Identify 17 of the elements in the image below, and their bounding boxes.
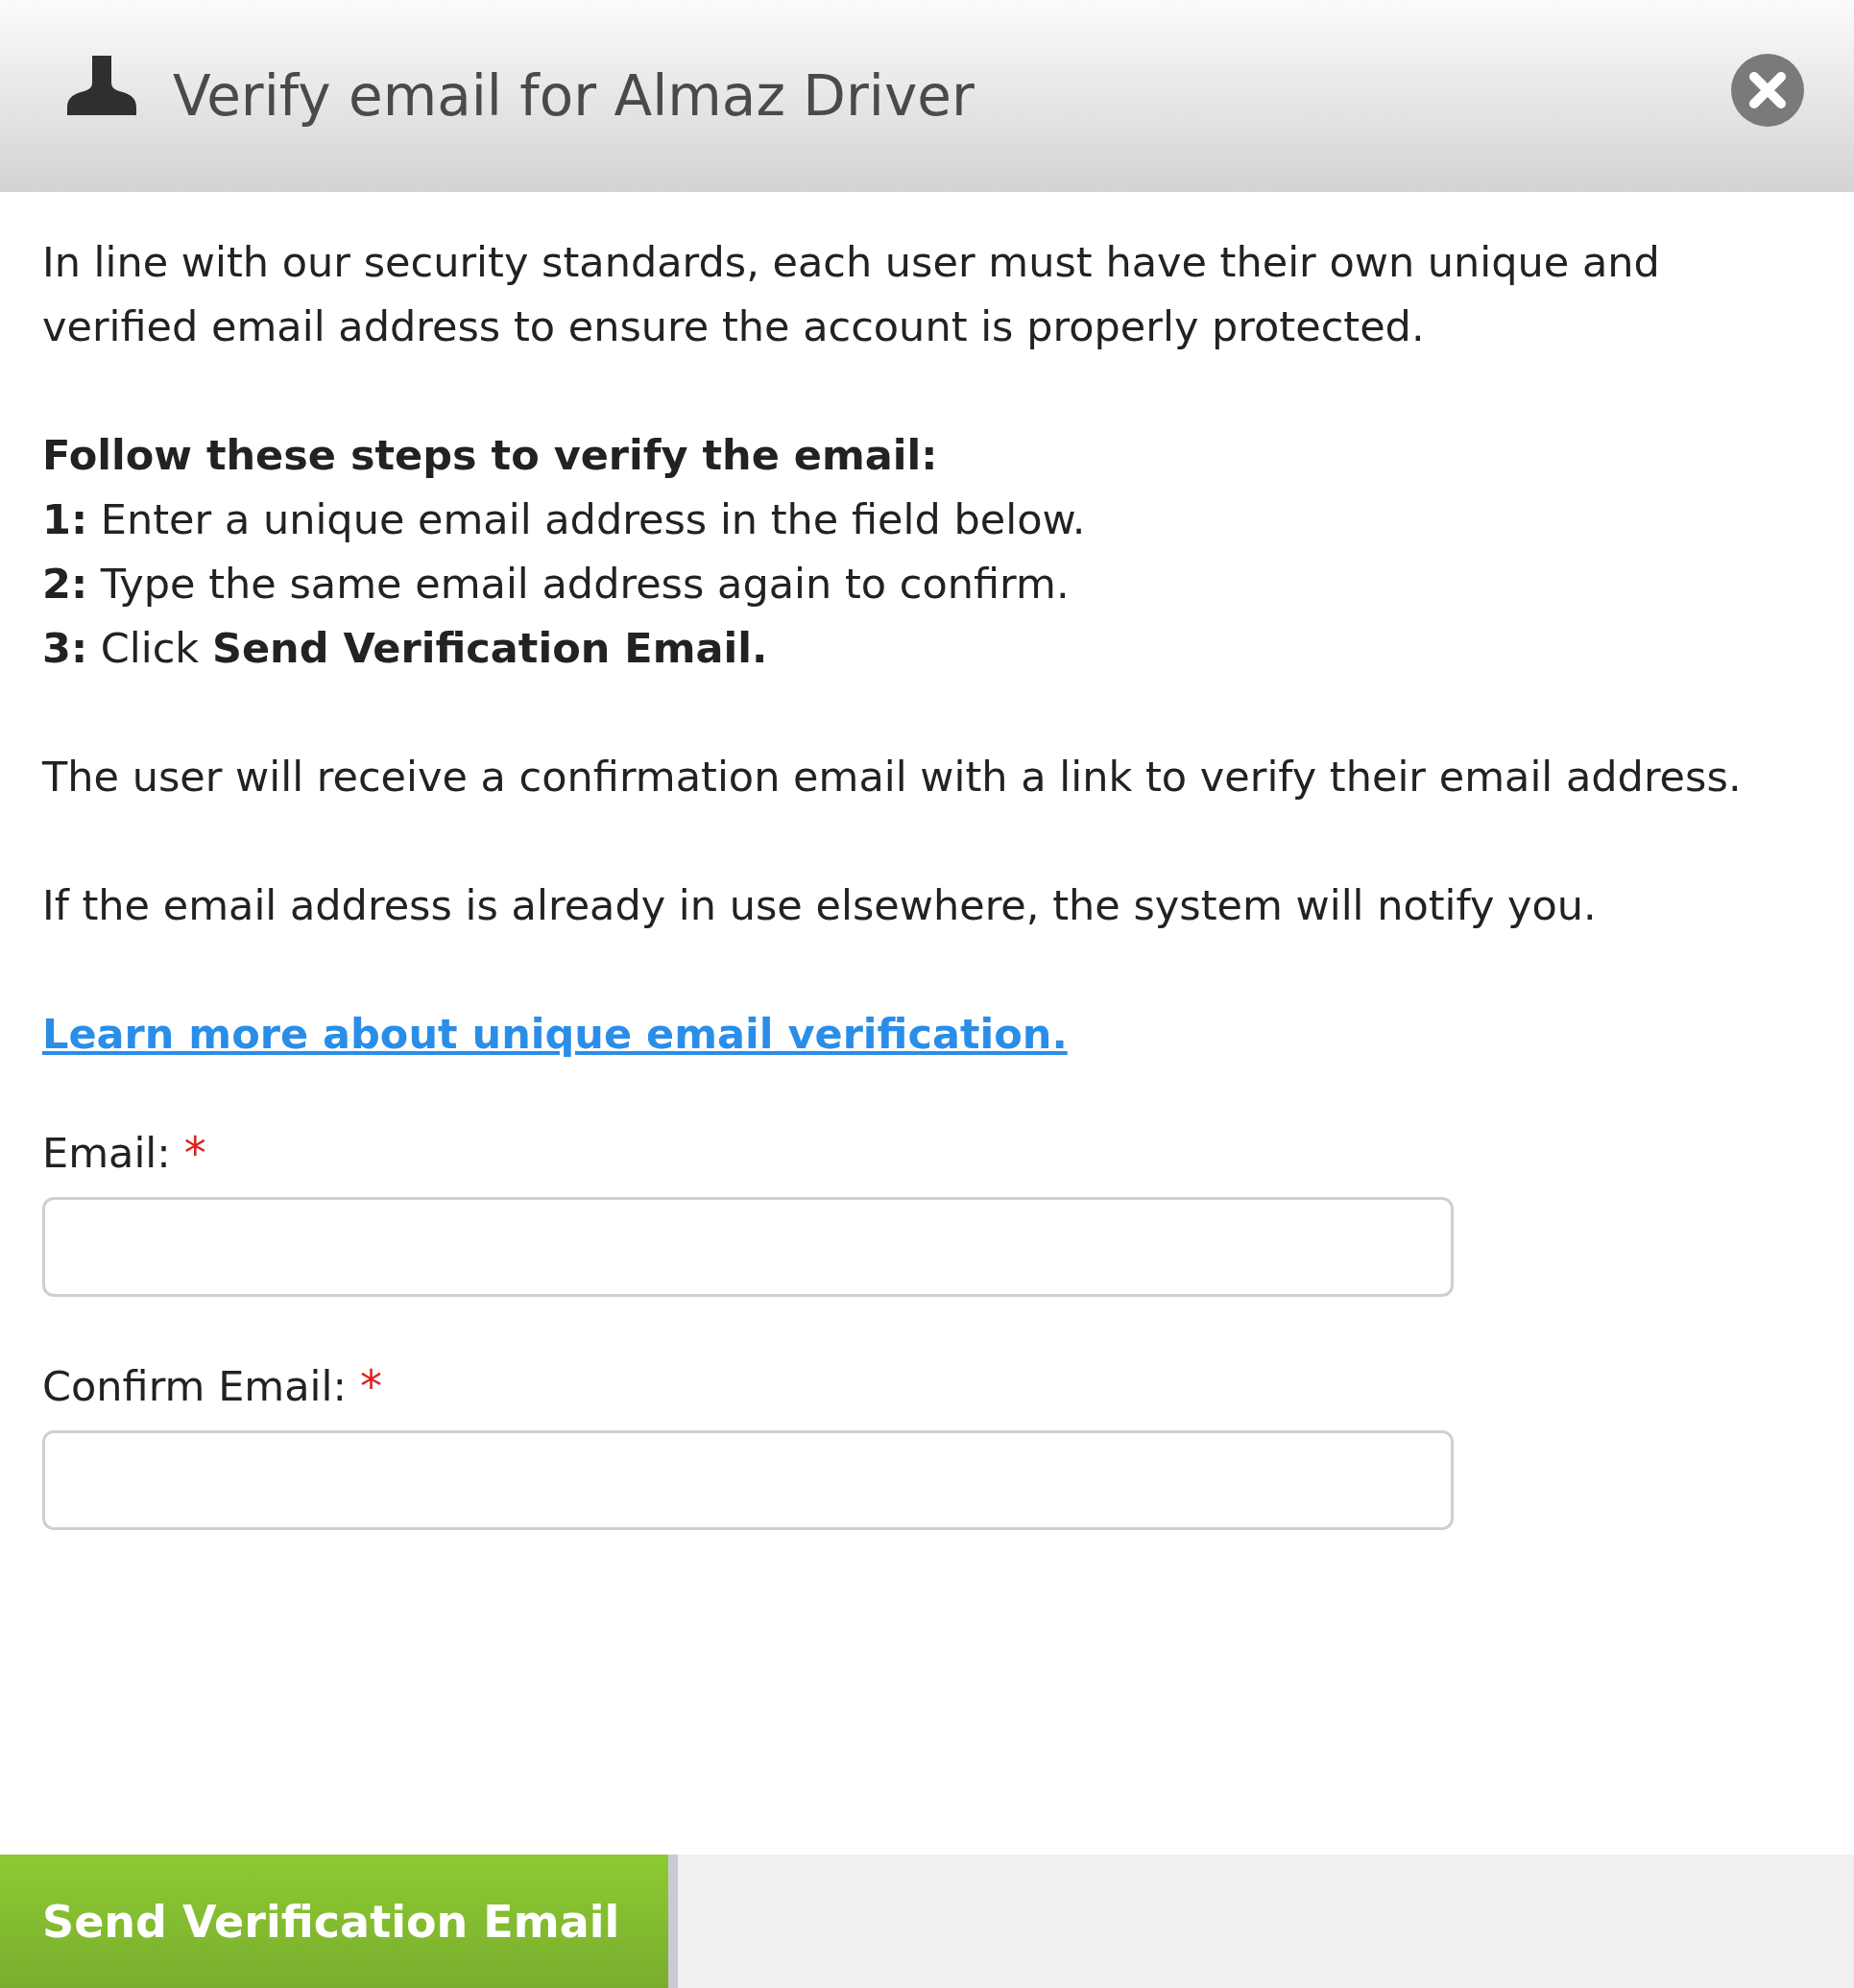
step-text: 2: Type the same email address again to confirm. [42,559,1071,610]
step-text: 3: Click Send Verification Email. [42,623,769,674]
field-label: Confirm Email: [42,1362,347,1410]
input-field[interactable] [42,1430,1454,1530]
required-mark: * [183,1127,206,1179]
intro-text: In line with our security standards, each user must have their own unique and verified email address to ensure the account is properly protected. [42,237,1661,352]
step-text: 1: Enter a unique email address in the field below. [42,494,1087,545]
help-link[interactable]: Learn more about unique email verification. [42,1010,1068,1058]
send-button[interactable]: Send Verification Email [0,1855,678,1988]
input-field[interactable] [42,1197,1454,1297]
field-label: Email: [42,1129,171,1177]
close-button[interactable] [1729,52,1806,129]
required-mark: * [359,1360,382,1412]
steps-heading: Follow these steps to verify the email: [42,430,939,481]
info-text: If the email address is already in use elsewhere, the system will notify you. [42,880,1598,931]
window-title: Verify email for Almaz Driver [173,63,975,129]
info-text: The user will receive a confirmation email with a link to verify their email address. [42,752,1743,802]
